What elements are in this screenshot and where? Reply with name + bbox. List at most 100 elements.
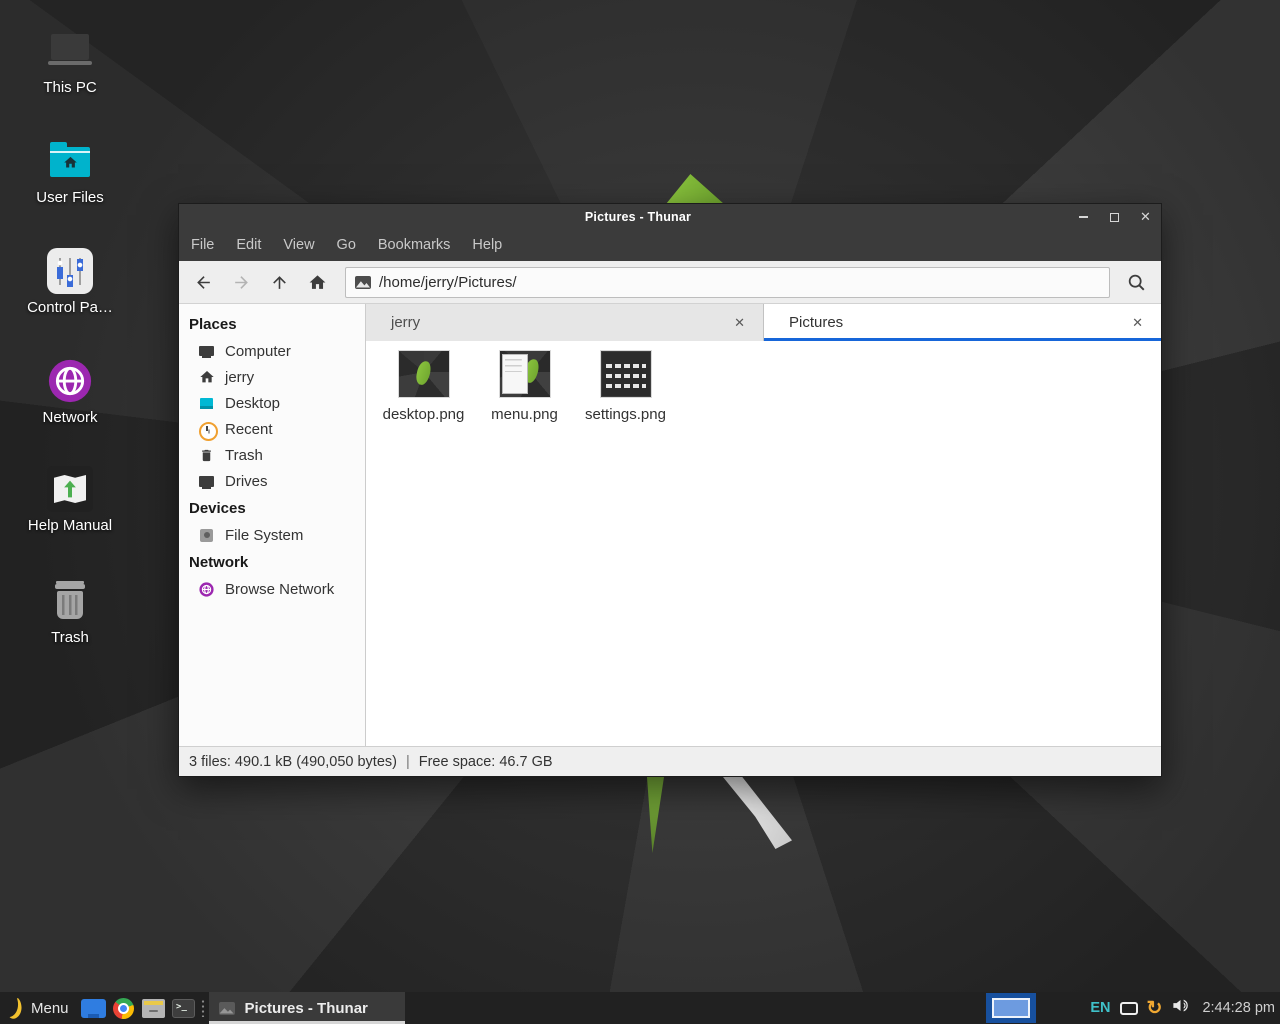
- tab-jerry[interactable]: jerry ✕: [366, 304, 764, 341]
- help-manual-icon: [47, 466, 93, 512]
- banana-shape: [415, 360, 432, 386]
- menu-edit[interactable]: Edit: [225, 230, 272, 261]
- trash-icon: [198, 447, 215, 464]
- control-panel-icon: [47, 248, 93, 294]
- menubar: File Edit View Go Bookmarks Help: [179, 230, 1161, 261]
- settings-grid-shape: [606, 358, 646, 388]
- desktop-icon-label: Network: [16, 409, 124, 426]
- tab-pictures[interactable]: Pictures ✕: [764, 304, 1161, 341]
- file-desktop-png[interactable]: desktop.png: [373, 348, 474, 423]
- desktop-icon-this-pc[interactable]: This PC: [16, 28, 124, 96]
- drives-icon: [198, 473, 215, 490]
- search-button[interactable]: [1119, 265, 1153, 299]
- home-icon: [198, 369, 215, 386]
- system-tray: EN ↻ 2:44:28 pm: [1090, 996, 1280, 1020]
- sidebar-item-file-system[interactable]: File System: [179, 522, 365, 548]
- desktop-icon-help-manual[interactable]: Help Manual: [16, 466, 124, 534]
- show-desktop-icon: [81, 999, 106, 1018]
- home-icon: [308, 273, 327, 292]
- menu-help[interactable]: Help: [461, 230, 513, 261]
- desktop-icon-trash[interactable]: Trash: [16, 578, 124, 646]
- desktop-wallpaper: This PC User Files Control Pa… Network: [0, 0, 1280, 1024]
- home-folder-icon: [47, 138, 93, 184]
- home-button[interactable]: [301, 266, 334, 299]
- tab-close-icon[interactable]: ✕: [1128, 313, 1147, 333]
- desktop-icon-label: This PC: [16, 79, 124, 96]
- sidebar-item-browse-network[interactable]: Browse Network: [179, 576, 365, 602]
- thumbnail-menu-png: [500, 351, 550, 397]
- sidebar-item-label: Recent: [225, 421, 273, 438]
- close-button[interactable]: ✕: [1130, 204, 1161, 230]
- workspace-1[interactable]: [992, 998, 1030, 1018]
- window-titlebar[interactable]: Pictures - Thunar ✕: [179, 204, 1161, 230]
- desktop-icon-user-files[interactable]: User Files: [16, 138, 124, 206]
- desktop-icon-label: Help Manual: [16, 517, 124, 534]
- display-tray-icon[interactable]: [1120, 1002, 1138, 1015]
- sidebar-item-recent[interactable]: Recent: [179, 416, 365, 442]
- toolbar: /home/jerry/Pictures/: [179, 261, 1161, 304]
- tab-close-icon[interactable]: ✕: [730, 313, 749, 333]
- file-name: settings.png: [585, 406, 666, 423]
- network-globe-icon: [47, 358, 93, 404]
- taskbar-task-thunar[interactable]: Pictures - Thunar: [209, 992, 405, 1024]
- up-button[interactable]: [263, 266, 296, 299]
- maximize-button[interactable]: [1099, 204, 1130, 230]
- sidebar-item-jerry[interactable]: jerry: [179, 364, 365, 390]
- file-name: menu.png: [491, 406, 558, 423]
- desktop-icon-control-panel[interactable]: Control Pa…: [16, 248, 124, 316]
- forward-button[interactable]: [225, 266, 258, 299]
- status-separator: |: [406, 754, 410, 770]
- arrow-forward-icon: [232, 273, 251, 292]
- globe-icon: [198, 581, 215, 598]
- sidebar-item-trash[interactable]: Trash: [179, 442, 365, 468]
- file-manager-launcher[interactable]: [139, 992, 169, 1024]
- file-menu-png[interactable]: menu.png: [474, 348, 575, 423]
- tab-label: jerry: [391, 314, 730, 331]
- back-button[interactable]: [187, 266, 220, 299]
- desktop-icon: [198, 395, 215, 412]
- path-bar[interactable]: /home/jerry/Pictures/: [345, 267, 1110, 298]
- banana-logo-icon: [8, 997, 23, 1020]
- trash-icon: [47, 578, 93, 624]
- arrow-up-icon: [270, 273, 289, 292]
- sidebar-item-label: Drives: [225, 473, 268, 490]
- window-content: Places Computer jerry Desktop: [179, 304, 1161, 746]
- volume-icon[interactable]: [1171, 996, 1190, 1020]
- chrome-launcher[interactable]: [109, 992, 139, 1024]
- computer-icon: [47, 28, 93, 74]
- desktop-icon-network[interactable]: Network: [16, 358, 124, 426]
- sidebar-item-label: File System: [225, 527, 303, 544]
- file-settings-png[interactable]: settings.png: [575, 348, 676, 423]
- harddisk-icon: [198, 527, 215, 544]
- workspace-switcher[interactable]: [986, 993, 1036, 1023]
- sidebar-header-network: Network: [179, 548, 365, 576]
- show-desktop-launcher[interactable]: [79, 992, 109, 1024]
- sidebar-header-places: Places: [179, 310, 365, 338]
- menu-bookmarks[interactable]: Bookmarks: [367, 230, 462, 261]
- sidebar: Places Computer jerry Desktop: [179, 304, 366, 746]
- tab-label: Pictures: [789, 314, 1128, 331]
- menu-panel-shape: [502, 354, 528, 394]
- keyboard-layout-indicator[interactable]: EN: [1090, 1000, 1110, 1016]
- window-title: Pictures - Thunar: [179, 210, 1097, 224]
- sidebar-item-label: Trash: [225, 447, 263, 464]
- chrome-icon: [113, 998, 134, 1019]
- menu-view[interactable]: View: [272, 230, 325, 261]
- terminal-launcher[interactable]: >_: [169, 992, 199, 1024]
- sidebar-item-label: Browse Network: [225, 581, 334, 598]
- wallpaper-banana-tip: [666, 174, 724, 204]
- menu-go[interactable]: Go: [326, 230, 367, 261]
- update-manager-icon[interactable]: ↻: [1147, 999, 1163, 1018]
- thumbnail-settings-png: [601, 351, 651, 397]
- wallpaper-banana-sliver: [644, 777, 664, 853]
- files-area[interactable]: desktop.png menu.png settings.png: [366, 341, 1161, 746]
- sidebar-item-computer[interactable]: Computer: [179, 338, 365, 364]
- sidebar-item-desktop[interactable]: Desktop: [179, 390, 365, 416]
- sidebar-item-drives[interactable]: Drives: [179, 468, 365, 494]
- clock[interactable]: 2:44:28 pm: [1202, 1000, 1275, 1016]
- start-menu-button[interactable]: Menu: [0, 992, 79, 1024]
- files-summary: 3 files: 490.1 kB (490,050 bytes): [189, 754, 397, 770]
- start-menu-label: Menu: [31, 1000, 69, 1017]
- menu-file[interactable]: File: [180, 230, 225, 261]
- thunar-window: Pictures - Thunar ✕ File Edit View Go Bo…: [178, 203, 1162, 777]
